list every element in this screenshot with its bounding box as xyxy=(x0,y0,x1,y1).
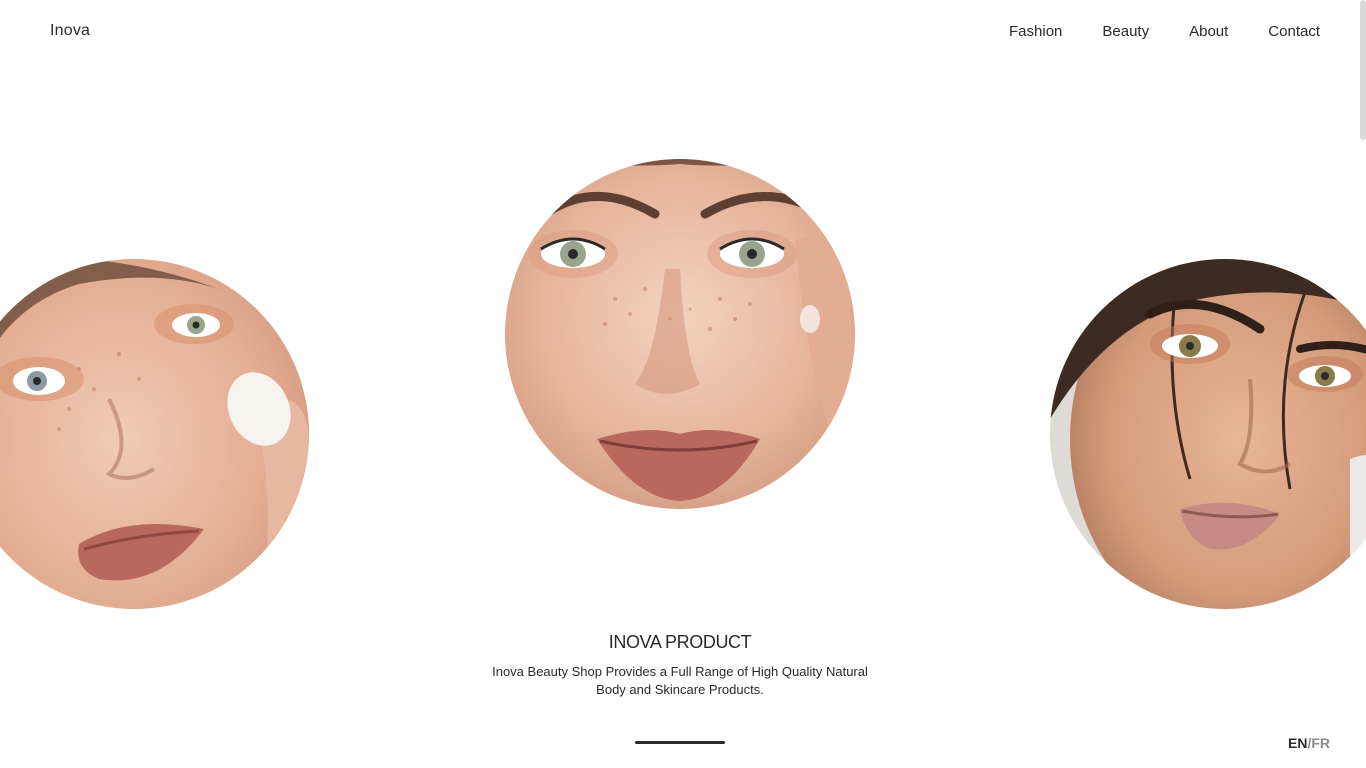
slide-image-center[interactable] xyxy=(505,159,855,509)
nav-item-contact[interactable]: Contact xyxy=(1268,23,1320,40)
main-nav: Fashion Beauty About Contact xyxy=(1009,23,1320,40)
scrollbar-thumb[interactable] xyxy=(1360,0,1366,140)
slide-description: Inova Beauty Shop Provides a Full Range … xyxy=(492,664,868,697)
slide-title: INOVA PRODUCT xyxy=(608,632,752,652)
language-en[interactable]: EN xyxy=(1288,735,1307,751)
page: Inova Fashion Beauty About Contact INOVA… xyxy=(0,0,1366,768)
brand-logo[interactable]: Inova xyxy=(50,22,90,40)
slider-progress-bar[interactable] xyxy=(635,741,725,744)
language-fr[interactable]: FR xyxy=(1311,735,1330,751)
face-image xyxy=(1050,259,1366,609)
language-switcher: EN/FR xyxy=(1288,735,1330,751)
slide-caption: INOVA PRODUCT Inova Beauty Shop Provides… xyxy=(0,632,1360,699)
face-image xyxy=(0,259,309,609)
nav-item-beauty[interactable]: Beauty xyxy=(1102,23,1149,40)
face-image xyxy=(505,159,855,509)
nav-item-fashion[interactable]: Fashion xyxy=(1009,23,1062,40)
slide-image-left[interactable] xyxy=(0,259,309,609)
nav-item-about[interactable]: About xyxy=(1189,23,1228,40)
slide-image-right[interactable] xyxy=(1050,259,1366,609)
